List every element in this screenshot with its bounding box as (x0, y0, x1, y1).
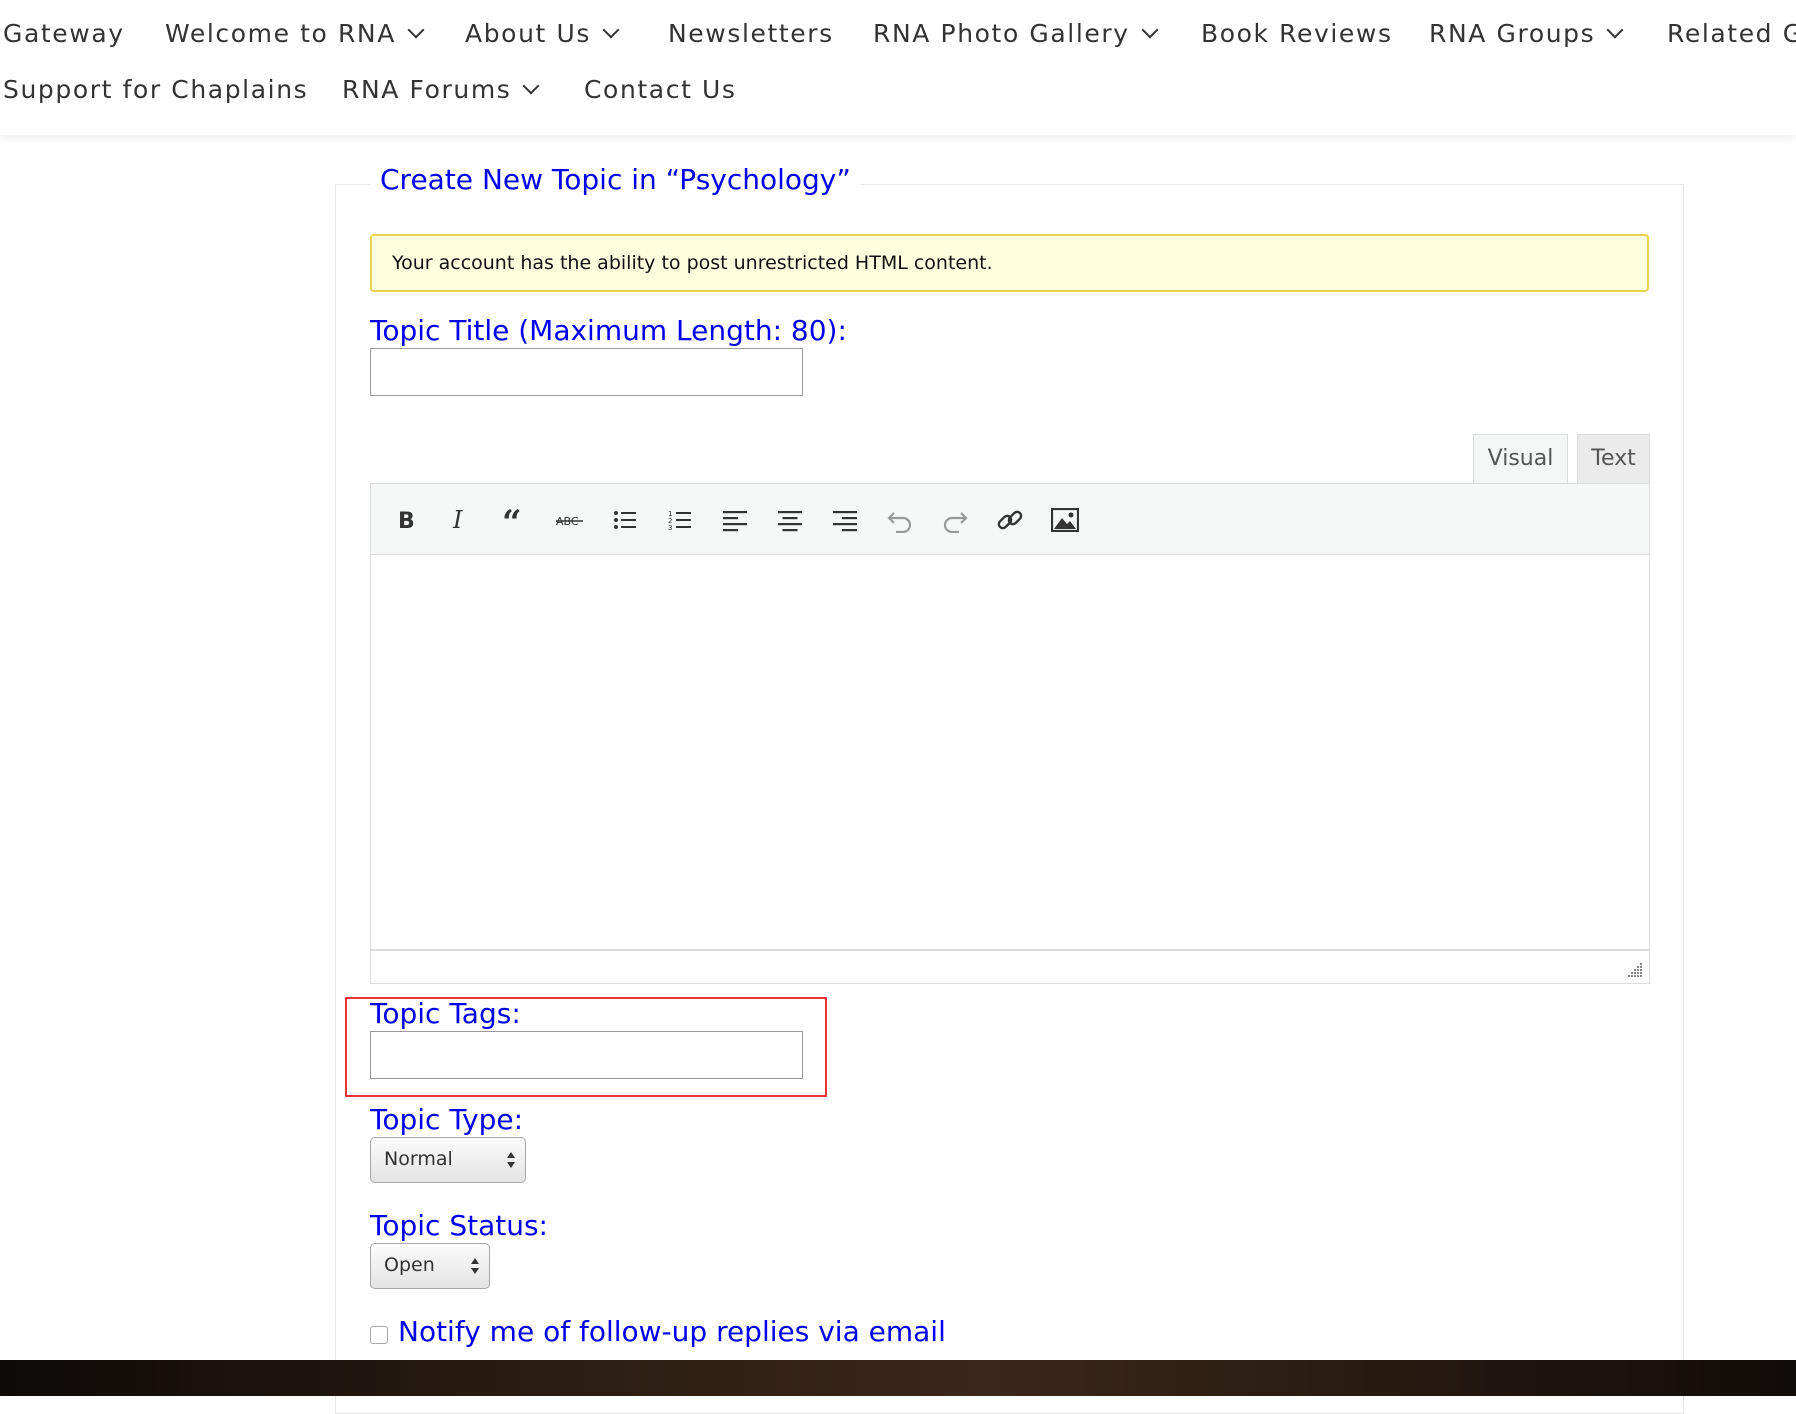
nav-item-gateway[interactable]: Gateway (3, 6, 125, 62)
link-icon[interactable] (992, 502, 1028, 538)
chevron-down-icon (1141, 21, 1159, 39)
italic-icon[interactable]: I (442, 502, 478, 538)
page-footer-background (0, 1360, 1796, 1396)
nav-item-rna-groups[interactable]: RNA Groups (1429, 6, 1624, 62)
editor-statusbar (370, 950, 1650, 984)
topic-type-value: Normal (384, 1148, 453, 1170)
svg-text:3: 3 (668, 524, 672, 532)
nav-item-support-chaplains[interactable]: Support for Chaplains (3, 62, 308, 118)
nav-item-label: About Us (465, 19, 591, 48)
editor-content-area[interactable] (370, 555, 1650, 950)
topic-status-value: Open (384, 1254, 435, 1276)
select-arrows-icon (507, 1152, 515, 1168)
resize-handle-icon[interactable] (1627, 962, 1643, 978)
nav-item-label: Book Reviews (1201, 19, 1393, 48)
chevron-down-icon (602, 21, 620, 39)
svg-text:“: “ (502, 508, 522, 532)
editor-toolbar: B I “ ABC 123 (370, 483, 1650, 555)
redo-icon[interactable] (937, 502, 973, 538)
nav-item-label: Contact Us (584, 75, 737, 104)
align-right-icon[interactable] (827, 502, 863, 538)
align-left-icon[interactable] (717, 502, 753, 538)
svg-text:B: B (398, 509, 415, 532)
nav-item-label: Support for Chaplains (3, 75, 309, 104)
notify-label[interactable]: Notify me of follow-up replies via email (398, 1315, 946, 1348)
chevron-down-icon (407, 21, 425, 39)
blockquote-icon[interactable]: “ (497, 502, 533, 538)
notify-checkbox[interactable] (370, 1326, 388, 1344)
tab-text[interactable]: Text (1577, 434, 1650, 484)
nav-item-photo-gallery[interactable]: RNA Photo Gallery (873, 6, 1159, 62)
nav-item-label: RNA Forums (342, 75, 512, 104)
nav-item-label: Related G (1667, 19, 1796, 48)
tab-visual[interactable]: Visual (1473, 434, 1568, 484)
nav-item-contact-us[interactable]: Contact Us (584, 62, 737, 118)
bullet-list-icon[interactable] (607, 502, 643, 538)
undo-icon[interactable] (882, 502, 918, 538)
numbered-list-icon[interactable]: 123 (662, 502, 698, 538)
topic-tags-input[interactable] (370, 1031, 803, 1079)
chevron-down-icon (522, 77, 540, 95)
nav-item-label: Newsletters (668, 19, 834, 48)
topic-title-input[interactable] (370, 348, 803, 396)
nav-item-label: RNA Groups (1429, 19, 1596, 48)
select-arrows-icon (471, 1258, 479, 1274)
topic-status-label: Topic Status: (370, 1209, 548, 1242)
bold-icon[interactable]: B (387, 502, 423, 538)
topic-status-select[interactable]: Open (370, 1243, 490, 1289)
nav-item-about-us[interactable]: About Us (465, 6, 620, 62)
top-navigation: Gateway Welcome to RNA About Us Newslett… (0, 0, 1796, 135)
svg-text:I: I (452, 508, 463, 532)
nav-item-rna-forums[interactable]: RNA Forums (342, 62, 540, 118)
strikethrough-icon[interactable]: ABC (552, 502, 588, 538)
topic-tags-label: Topic Tags: (370, 997, 521, 1030)
topic-title-label: Topic Title (Maximum Length: 80): (370, 314, 847, 347)
nav-item-related[interactable]: Related G (1667, 6, 1796, 62)
image-icon[interactable] (1047, 502, 1083, 538)
chevron-down-icon (1606, 21, 1624, 39)
nav-item-welcome[interactable]: Welcome to RNA (165, 6, 425, 62)
topic-type-label: Topic Type: (370, 1103, 524, 1136)
nav-item-label: Gateway (3, 19, 125, 48)
html-notice: Your account has the ability to post unr… (370, 234, 1649, 292)
nav-item-label: RNA Photo Gallery (873, 19, 1130, 48)
nav-item-label: Welcome to RNA (165, 19, 396, 48)
form-legend: Create New Topic in “Psychology” (370, 163, 861, 196)
nav-item-newsletters[interactable]: Newsletters (668, 6, 834, 62)
nav-item-book-reviews[interactable]: Book Reviews (1201, 6, 1393, 62)
topic-type-select[interactable]: Normal (370, 1137, 526, 1183)
align-center-icon[interactable] (772, 502, 808, 538)
